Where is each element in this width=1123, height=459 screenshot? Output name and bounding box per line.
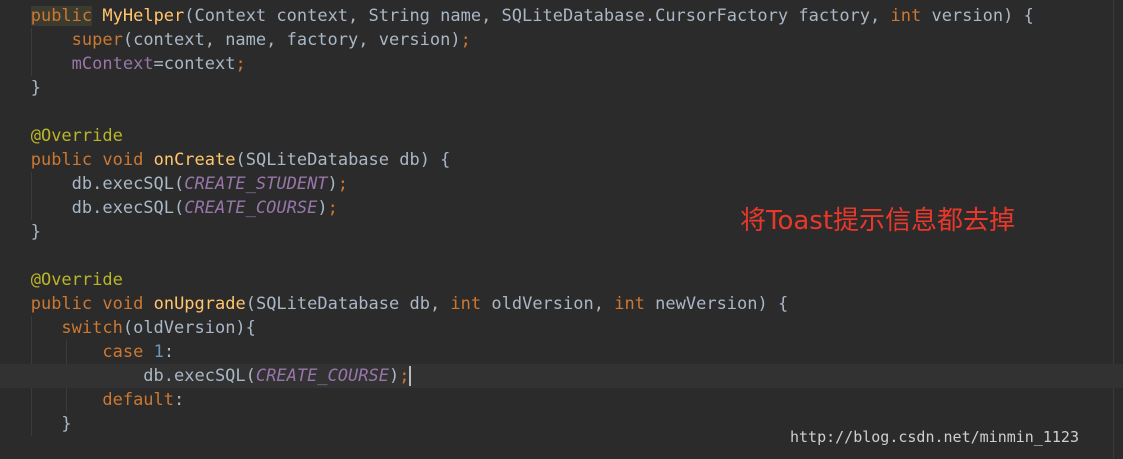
keyword: default — [102, 390, 175, 410]
number-literal: 1 — [153, 342, 164, 362]
code-text: db.execSQL( — [143, 366, 256, 386]
annotation: @Override — [30, 270, 123, 290]
keyword: switch — [61, 318, 123, 338]
code-text: (oldVersion){ — [122, 318, 256, 338]
code-text: } — [30, 222, 41, 242]
code-line-7[interactable]: public void onCreate(SQLiteDatabase db) … — [0, 148, 1123, 172]
code-text: (SQLiteDatabase db) { — [235, 150, 451, 170]
code-text: ) — [388, 366, 400, 386]
code-line-2[interactable]: super(context, name, factory, version); — [0, 28, 1123, 52]
code-line-1[interactable]: public MyHelper(Context context, String … — [0, 4, 1123, 28]
keyword: int — [450, 294, 482, 314]
constructor-name: MyHelper — [102, 6, 185, 26]
field-name: mContext — [71, 54, 154, 74]
semicolon: ; — [337, 174, 349, 194]
code-text: : — [163, 342, 175, 362]
watermark: http://blog.csdn.net/minmin_1123 — [790, 428, 1079, 446]
annotation: @Override — [30, 126, 123, 146]
semicolon: ; — [327, 198, 338, 218]
semicolon: ; — [235, 54, 246, 74]
code-line-12[interactable]: @Override — [0, 268, 1123, 292]
code-line-14[interactable]: switch(oldVersion){ — [0, 316, 1123, 340]
code-text: newVersion) { — [644, 294, 789, 314]
code-text: } — [30, 78, 41, 98]
keyword: public — [30, 6, 93, 26]
code-text: oldVersion, — [481, 294, 615, 314]
code-line-13[interactable]: public void onUpgrade(SQLiteDatabase db,… — [0, 292, 1123, 316]
code-text: } — [61, 414, 72, 434]
text-cursor — [409, 366, 412, 386]
semicolon: ; — [460, 30, 471, 50]
keyword: void — [102, 150, 144, 170]
code-text: db.execSQL( — [71, 174, 185, 194]
constant: CREATE_COURSE — [255, 366, 389, 386]
code-text: (context, name, factory, version) — [122, 30, 461, 50]
code-text: ) — [327, 174, 338, 194]
code-line-3[interactable]: mContext=context; — [0, 52, 1123, 76]
code-text: ) — [317, 198, 328, 218]
keyword: int — [614, 294, 645, 314]
semicolon: ; — [399, 366, 410, 386]
method-name: onCreate — [153, 150, 236, 170]
code-text: : — [174, 390, 185, 410]
code-text: db.execSQL( — [71, 198, 185, 218]
keyword: int — [890, 6, 922, 26]
method-name: onUpgrade — [153, 294, 246, 314]
keyword: case — [102, 342, 144, 362]
keyword: public — [30, 294, 93, 314]
code-text: (SQLiteDatabase db, — [245, 294, 451, 314]
code-line-6[interactable]: @Override — [0, 124, 1123, 148]
code-editor[interactable]: public MyHelper(Context context, String … — [0, 0, 1123, 459]
code-text: version) { — [921, 6, 1034, 26]
code-line-17[interactable]: default: — [0, 388, 1123, 412]
annotation-note: 将Toast提示信息都去掉 — [740, 206, 1016, 236]
code-line-8[interactable]: db.execSQL(CREATE_STUDENT); — [0, 172, 1123, 196]
code-line-4[interactable]: } — [0, 76, 1123, 100]
code-line-15[interactable]: case 1: — [0, 340, 1123, 364]
code-text: (Context context, String name, SQLiteDat… — [184, 6, 891, 26]
keyword: public — [30, 150, 93, 170]
keyword: void — [102, 294, 144, 314]
constant: CREATE_COURSE — [184, 198, 318, 218]
keyword: super — [71, 30, 123, 50]
code-text: =context — [153, 54, 236, 74]
constant: CREATE_STUDENT — [184, 174, 328, 194]
code-line-16-current[interactable]: db.execSQL(CREATE_COURSE); — [0, 364, 1123, 388]
